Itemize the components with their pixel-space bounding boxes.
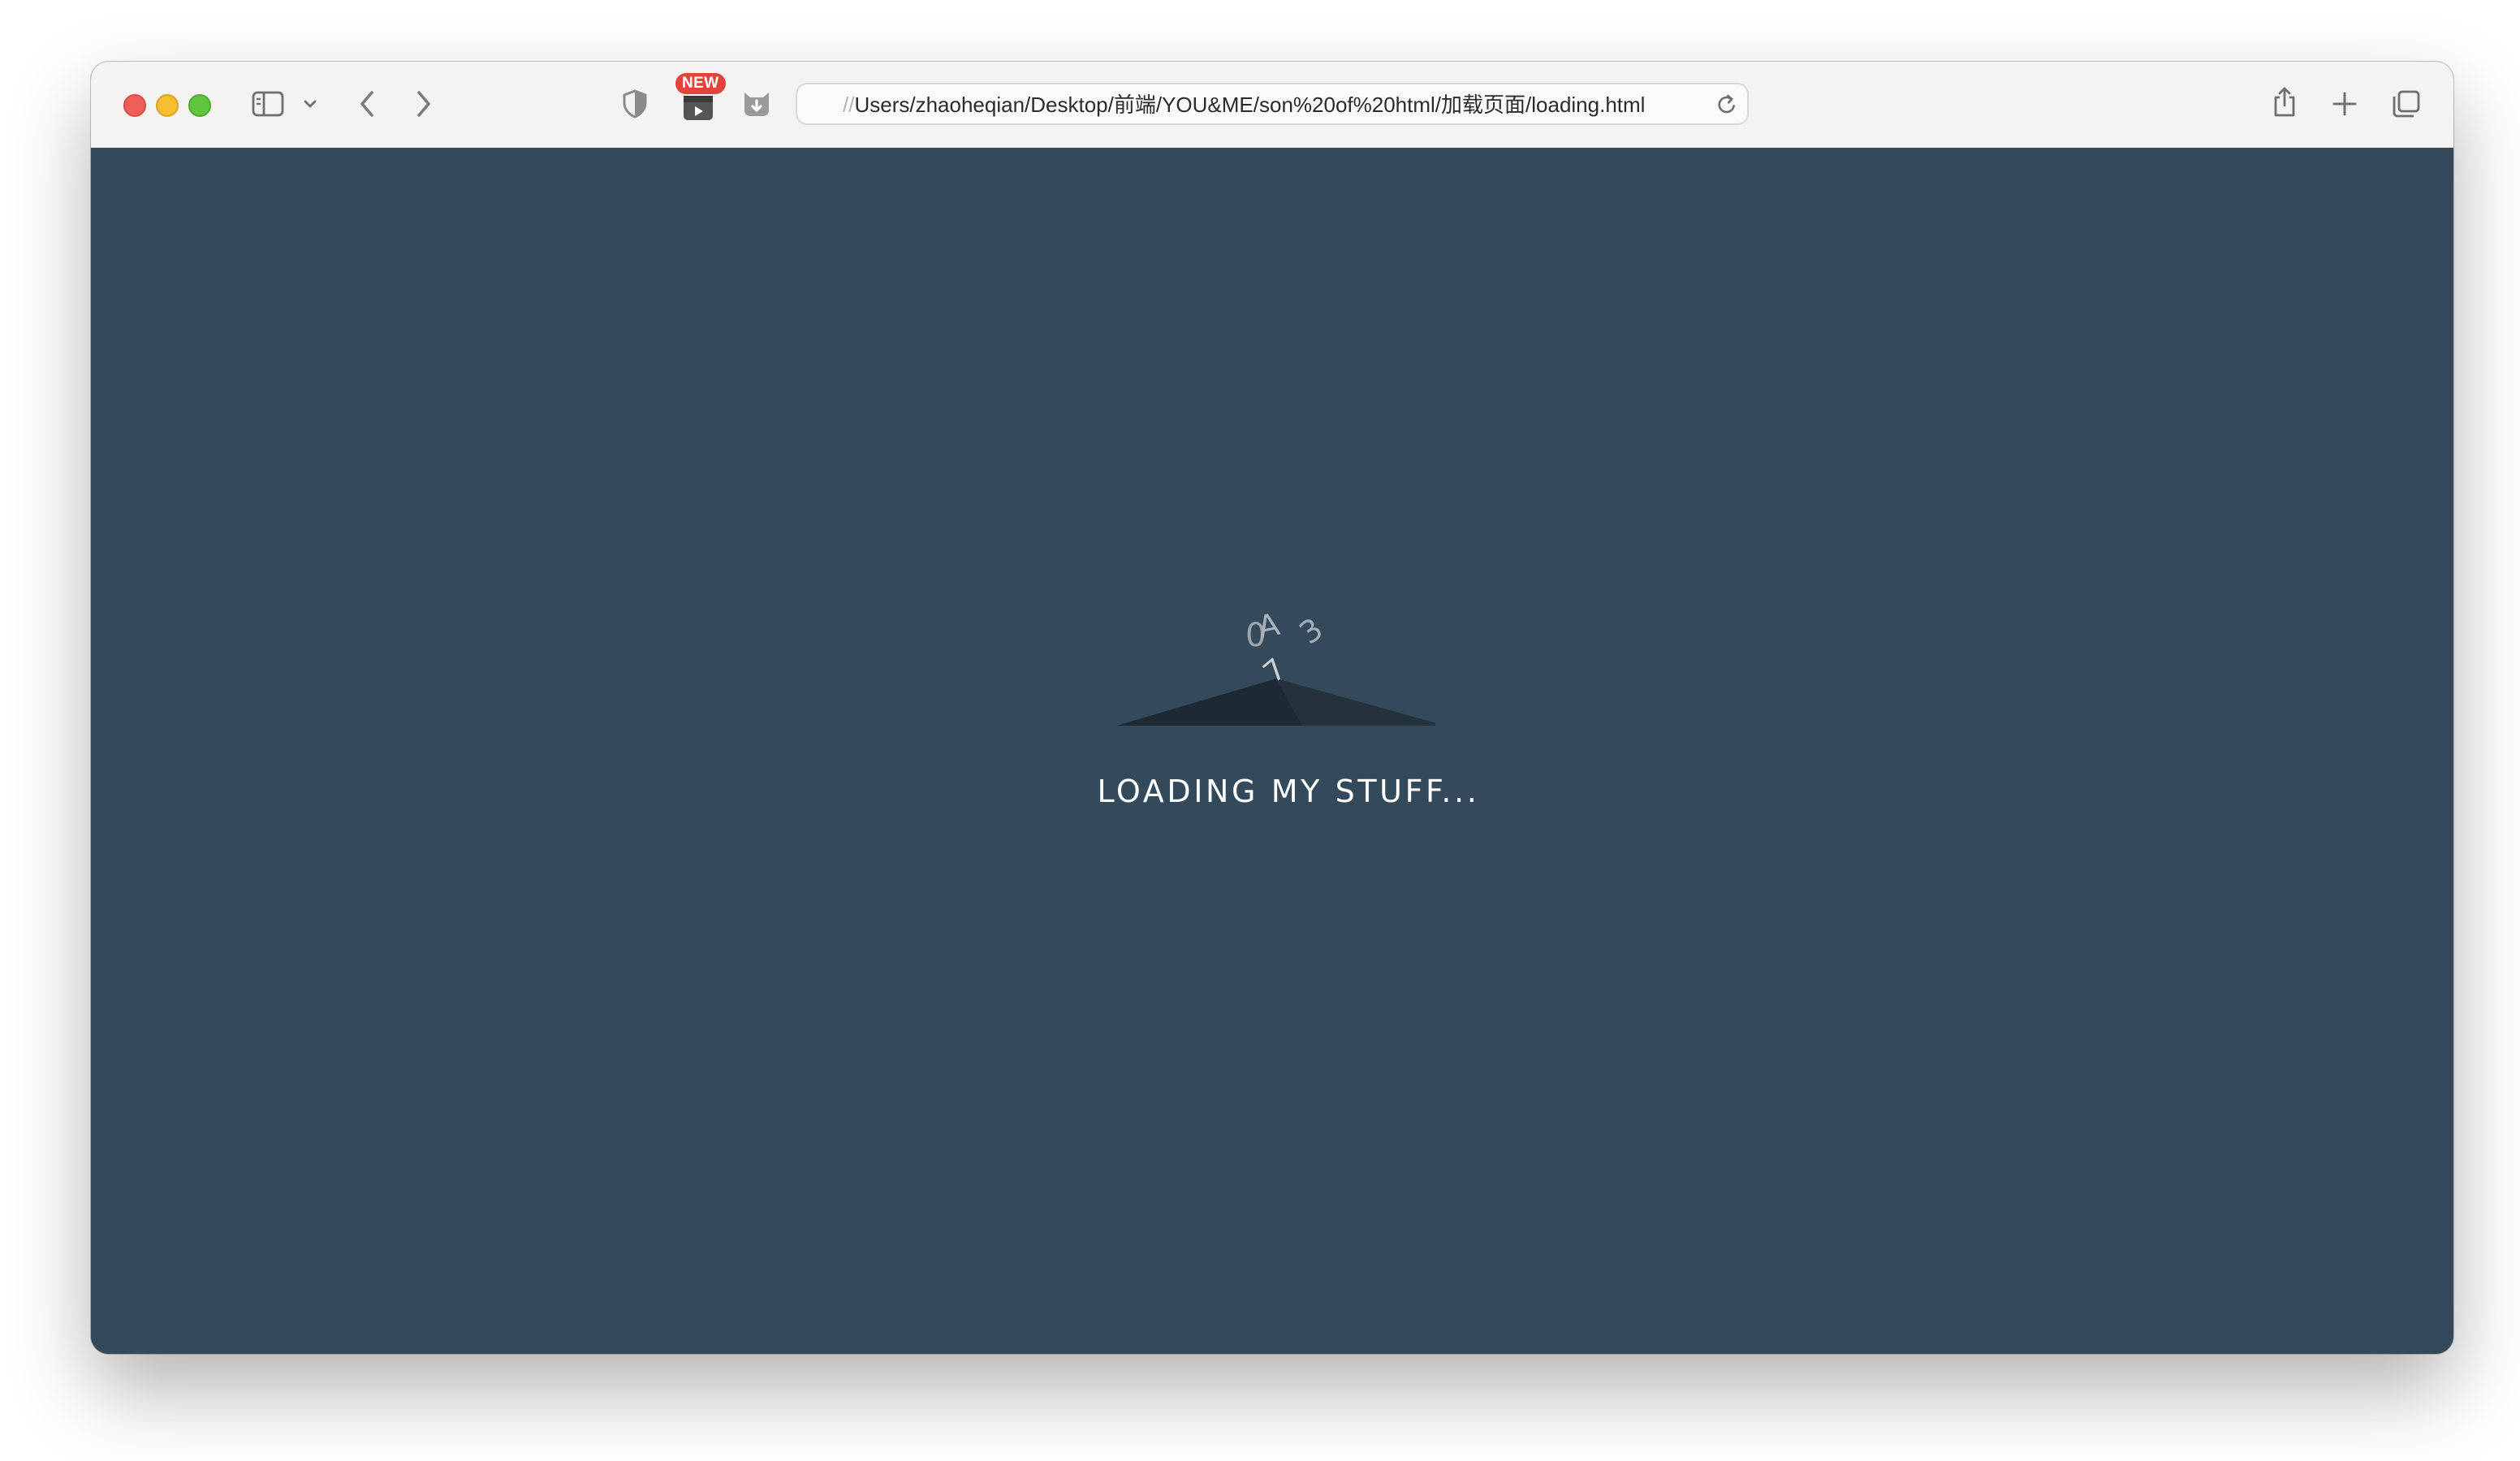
- url-path: Users/zhaoheqian/Desktop/前端/YOU&ME/son%2…: [854, 93, 1646, 117]
- video-extension-icon[interactable]: [680, 91, 716, 123]
- chevron-down-icon[interactable]: [300, 96, 320, 112]
- loading-label: LOADING MY STUFF...: [1097, 774, 1480, 810]
- reload-icon[interactable]: [1715, 93, 1737, 115]
- new-badge: NEW: [675, 73, 726, 94]
- maximize-window-button[interactable]: [188, 94, 211, 117]
- back-button[interactable]: [352, 86, 382, 122]
- page-content: 0 A 3 7 LOADING MY STUFF...: [91, 148, 2453, 1354]
- new-tab-icon[interactable]: [2330, 89, 2359, 119]
- address-bar-url: //Users/zhaoheqian/Desktop/前端/YOU&ME/son…: [843, 84, 1702, 123]
- close-window-button[interactable]: [123, 94, 146, 117]
- browser-toolbar: NEW //Users/zhaoheqian/Desktop/前端/YOU&ME…: [91, 62, 2453, 149]
- privacy-shield-icon[interactable]: [620, 88, 649, 120]
- address-bar[interactable]: //Users/zhaoheqian/Desktop/前端/YOU&ME/son…: [796, 83, 1749, 125]
- share-icon[interactable]: [2270, 84, 2299, 120]
- screen: NEW //Users/zhaoheqian/Desktop/前端/YOU&ME…: [0, 0, 2520, 1461]
- minimize-window-button[interactable]: [156, 94, 179, 117]
- forward-button[interactable]: [409, 86, 438, 122]
- sidebar-toggle-icon[interactable]: [250, 89, 286, 119]
- browser-window: NEW //Users/zhaoheqian/Desktop/前端/YOU&ME…: [91, 62, 2453, 1354]
- url-prefix: //: [843, 93, 855, 117]
- loader-animation: 0 A 3 7: [1111, 594, 1435, 740]
- cat-extension-icon[interactable]: [740, 88, 773, 120]
- tab-overview-icon[interactable]: [2390, 88, 2423, 120]
